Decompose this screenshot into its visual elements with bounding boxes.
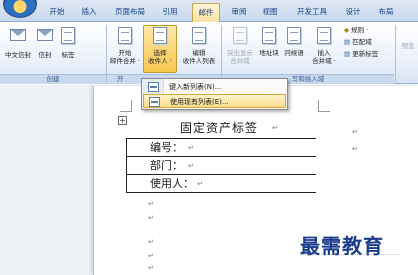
- highlight-label-2: 合并域: [230, 57, 250, 65]
- field-department-label[interactable]: 部门：: [150, 159, 183, 173]
- menu-item-label: 键入新列表(N)...: [169, 83, 222, 91]
- chinese-envelope-button[interactable]: 中文信封: [3, 25, 33, 65]
- paragraph-mark: ↵: [272, 124, 278, 132]
- table-border: [126, 174, 316, 175]
- group-label-create: 创建: [0, 74, 106, 84]
- address-block-button[interactable]: 地址块: [257, 25, 281, 71]
- insert-field-label-1: 插入: [317, 49, 331, 57]
- paragraph-mark: ↵: [148, 214, 154, 222]
- tab-insert[interactable]: 插入: [78, 5, 100, 22]
- highlight-label-1: 突出显示: [227, 49, 253, 57]
- start-merge-label-2: 邮件合并 ·: [109, 57, 141, 65]
- paragraph-mark: ↵: [188, 162, 194, 170]
- table-border: [126, 138, 316, 139]
- rules-label: 规则 ·: [351, 26, 369, 34]
- greeting-icon: [287, 27, 301, 44]
- edit-recipients-label-1: 编辑: [192, 49, 206, 57]
- tab-mailings[interactable]: 邮件: [192, 3, 220, 22]
- table-move-handle-icon[interactable]: +: [118, 116, 127, 125]
- field-user-label[interactable]: 使用人：: [150, 177, 194, 191]
- new-list-icon: [148, 82, 159, 92]
- select-recipients-dropdown: 键入新列表(N)... 使用现有列表(E)...: [141, 78, 288, 110]
- paragraph-mark: ↵: [148, 238, 154, 246]
- chinese-envelope-label: 中文信封: [5, 51, 31, 59]
- tab-layout[interactable]: 布局: [374, 5, 398, 22]
- paragraph-mark: ↵: [352, 145, 358, 153]
- label-icon: [61, 27, 75, 44]
- tab-design[interactable]: 设计: [342, 5, 364, 22]
- address-block-icon: [262, 27, 276, 44]
- match-fields-icon: ▤: [344, 38, 351, 46]
- crop-mark: [120, 100, 132, 112]
- paragraph-mark: ↵: [148, 200, 154, 208]
- office-button-icon[interactable]: [3, 0, 37, 18]
- labels-label: 标签: [61, 51, 75, 59]
- tab-view[interactable]: 视图: [259, 5, 281, 22]
- preview-results-button[interactable]: 预览: [398, 42, 418, 52]
- existing-list-icon: [149, 97, 160, 107]
- greeting-line-button[interactable]: 问候语: [282, 25, 306, 71]
- menu-item-label: 使用现有列表(E)...: [170, 98, 229, 106]
- insert-field-icon: [317, 27, 331, 44]
- update-labels-label: 更新标签: [352, 50, 379, 58]
- insert-field-label-2: 合并域 ·: [312, 57, 336, 65]
- crop-mark: [318, 100, 330, 112]
- address-block-label: 地址块: [259, 49, 279, 57]
- insert-merge-field-button[interactable]: 插入 合并域 ·: [308, 25, 340, 71]
- highlight-merge-fields-button[interactable]: 突出显示 合并域: [224, 25, 256, 71]
- envelope-label: 信封: [38, 51, 52, 59]
- label-title: 固定资产标签: [180, 121, 259, 135]
- word-window: 开始 插入 页面布局 引用 邮件 审阅 视图 开发工具 设计 布局 中文信封 信…: [0, 0, 418, 275]
- table-border: [126, 138, 127, 192]
- greeting-label: 问候语: [284, 49, 304, 57]
- field-number-label[interactable]: 编号：: [150, 141, 183, 155]
- select-recipients-label-2: 收件人 ·: [148, 57, 172, 65]
- tab-references[interactable]: 引用: [158, 5, 182, 22]
- start-mail-merge-button[interactable]: 开始 邮件合并 ·: [108, 25, 142, 71]
- watermark-text: 最需教育: [300, 234, 384, 258]
- menu-item-use-existing-list[interactable]: 使用现有列表(E)...: [143, 94, 286, 108]
- rules-icon: ◆: [344, 26, 349, 34]
- labels-button[interactable]: 标签: [57, 25, 79, 65]
- update-labels-icon: ▤: [344, 50, 351, 58]
- edit-list-icon: [192, 27, 206, 44]
- paragraph-mark: ↵: [148, 252, 154, 260]
- paragraph-mark: ↵: [188, 144, 194, 152]
- table-border: [126, 156, 316, 157]
- envelope-button[interactable]: 信封: [34, 25, 56, 65]
- menu-item-type-new-list[interactable]: 键入新列表(N)...: [143, 80, 286, 94]
- table-border: [126, 192, 316, 193]
- select-recipients-label-1: 选择: [153, 49, 167, 57]
- tab-home[interactable]: 开始: [44, 5, 70, 22]
- edit-recipient-list-button[interactable]: 编辑 收件人列表: [179, 25, 219, 71]
- match-fields-label: 匹配域: [352, 38, 372, 46]
- rules-button[interactable]: ◆ 规则 ·: [344, 26, 388, 36]
- tab-review[interactable]: 审阅: [228, 5, 250, 22]
- paragraph-mark: ↵: [352, 128, 358, 136]
- select-recipients-button[interactable]: 选择 收件人 ·: [143, 25, 177, 71]
- edit-recipients-label-2: 收件人列表: [182, 57, 216, 65]
- start-merge-label-1: 开始: [118, 49, 132, 57]
- mail-merge-icon: [118, 27, 132, 44]
- recipients-list-icon: [153, 27, 167, 44]
- paragraph-mark: ↵: [148, 264, 154, 272]
- tab-page-layout[interactable]: 页面布局: [112, 5, 148, 22]
- highlight-icon: [233, 27, 247, 44]
- update-labels-button[interactable]: ▤ 更新标签: [344, 50, 394, 60]
- ribbon-tab-bar: 开始 插入 页面布局 引用 邮件 审阅 视图 开发工具 设计 布局: [0, 0, 418, 22]
- group-separator: [395, 25, 396, 82]
- envelope-icon: [10, 29, 26, 41]
- paragraph-mark: ↵: [197, 180, 203, 188]
- match-fields-button[interactable]: ▤ 匹配域: [344, 38, 388, 48]
- tab-developer[interactable]: 开发工具: [292, 5, 332, 22]
- ribbon-panel: 中文信封 信封 标签 创建 开始 邮件合并 · 选择 收件人 · 编辑 收件人列…: [0, 22, 418, 84]
- envelope-icon: [37, 29, 53, 41]
